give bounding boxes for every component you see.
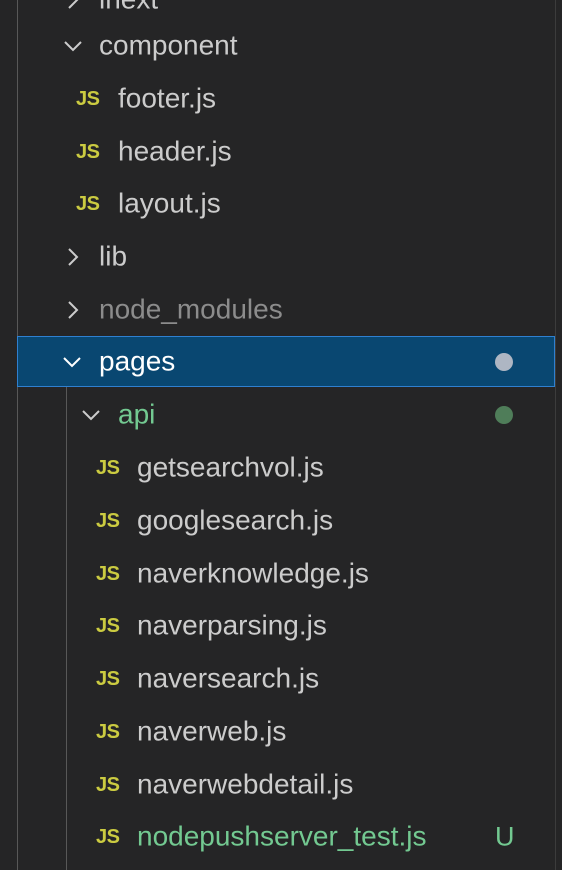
js-file-icon: JS xyxy=(76,140,100,163)
tree-file-footer-js[interactable]: JS footer.js xyxy=(0,72,554,125)
js-file-icon: JS xyxy=(96,614,120,637)
tree-folder-lib[interactable]: lib xyxy=(0,230,554,283)
tree-item-label: getsearchvol.js xyxy=(137,450,324,482)
js-file-icon: JS xyxy=(96,562,120,585)
js-file-icon: JS xyxy=(96,825,120,848)
panel-border xyxy=(555,0,556,870)
tree-item-label: node_modules xyxy=(99,292,283,324)
tree-item-label: component xyxy=(99,28,238,60)
chevron-down-icon xyxy=(61,351,83,373)
js-file-icon: JS xyxy=(96,720,120,743)
tree-file-naversearch-js[interactable]: JS naversearch.js xyxy=(0,652,554,705)
chevron-right-icon xyxy=(62,246,84,268)
tree-item-label: pages xyxy=(99,344,176,376)
js-file-icon: JS xyxy=(76,87,100,110)
tree-file-layout-js[interactable]: JS layout.js xyxy=(0,177,554,230)
tree-item-label: footer.js xyxy=(118,81,217,113)
file-explorer-tree: lnext component JS footer.js JS header.j… xyxy=(0,0,562,870)
git-untracked-badge: U xyxy=(495,820,515,851)
tree-item-label: layout.js xyxy=(118,186,221,218)
js-file-icon: JS xyxy=(96,667,120,690)
tree-file-naverparsing-js[interactable]: JS naverparsing.js xyxy=(0,599,554,652)
tree-item-label: lnext xyxy=(99,0,158,16)
chevron-down-icon xyxy=(80,404,102,426)
chevron-right-icon xyxy=(62,299,84,321)
js-file-icon: JS xyxy=(76,192,100,215)
tree-folder-pages[interactable]: pages xyxy=(17,336,555,387)
tree-file-naverweb-js[interactable]: JS naverweb.js xyxy=(0,705,554,758)
chevron-down-icon xyxy=(62,35,84,57)
tree-item-label: header.js xyxy=(118,134,232,166)
js-file-icon: JS xyxy=(96,773,120,796)
tree-item-label: naverparsing.js xyxy=(137,608,327,640)
tree-item-label: naverwebdetail.js xyxy=(137,767,354,799)
tree-file-nodepushserver-test-js[interactable]: JS nodepushserver_test.js U xyxy=(0,810,554,863)
tree-item-label: naverweb.js xyxy=(137,714,287,746)
status-dot-icon xyxy=(495,405,513,424)
js-file-icon: JS xyxy=(96,456,120,479)
tree-item-label: naversearch.js xyxy=(137,661,320,693)
tree-item-label: googlesearch.js xyxy=(137,503,334,535)
tree-folder-api[interactable]: api xyxy=(0,388,554,441)
tree-item-label: lib xyxy=(99,239,128,271)
tree-file-getsearchvol-js[interactable]: JS getsearchvol.js xyxy=(0,441,554,494)
status-dot-icon xyxy=(495,352,513,371)
tree-file-header-js[interactable]: JS header.js xyxy=(0,125,554,178)
tree-file-naverknowledge-js[interactable]: JS naverknowledge.js xyxy=(0,547,554,600)
tree-folder-component[interactable]: component xyxy=(0,19,554,72)
chevron-right-icon xyxy=(62,0,84,11)
tree-item-label: nodepushserver_test.js xyxy=(137,819,427,851)
js-file-icon: JS xyxy=(96,509,120,532)
tree-item-label: naverknowledge.js xyxy=(137,556,369,588)
tree-item-label: api xyxy=(118,397,156,429)
tree-file-googlesearch-js[interactable]: JS googlesearch.js xyxy=(0,494,554,547)
tree-file-naverwebdetail-js[interactable]: JS naverwebdetail.js xyxy=(0,758,554,811)
tree-folder-node-modules[interactable]: node_modules xyxy=(0,283,554,336)
